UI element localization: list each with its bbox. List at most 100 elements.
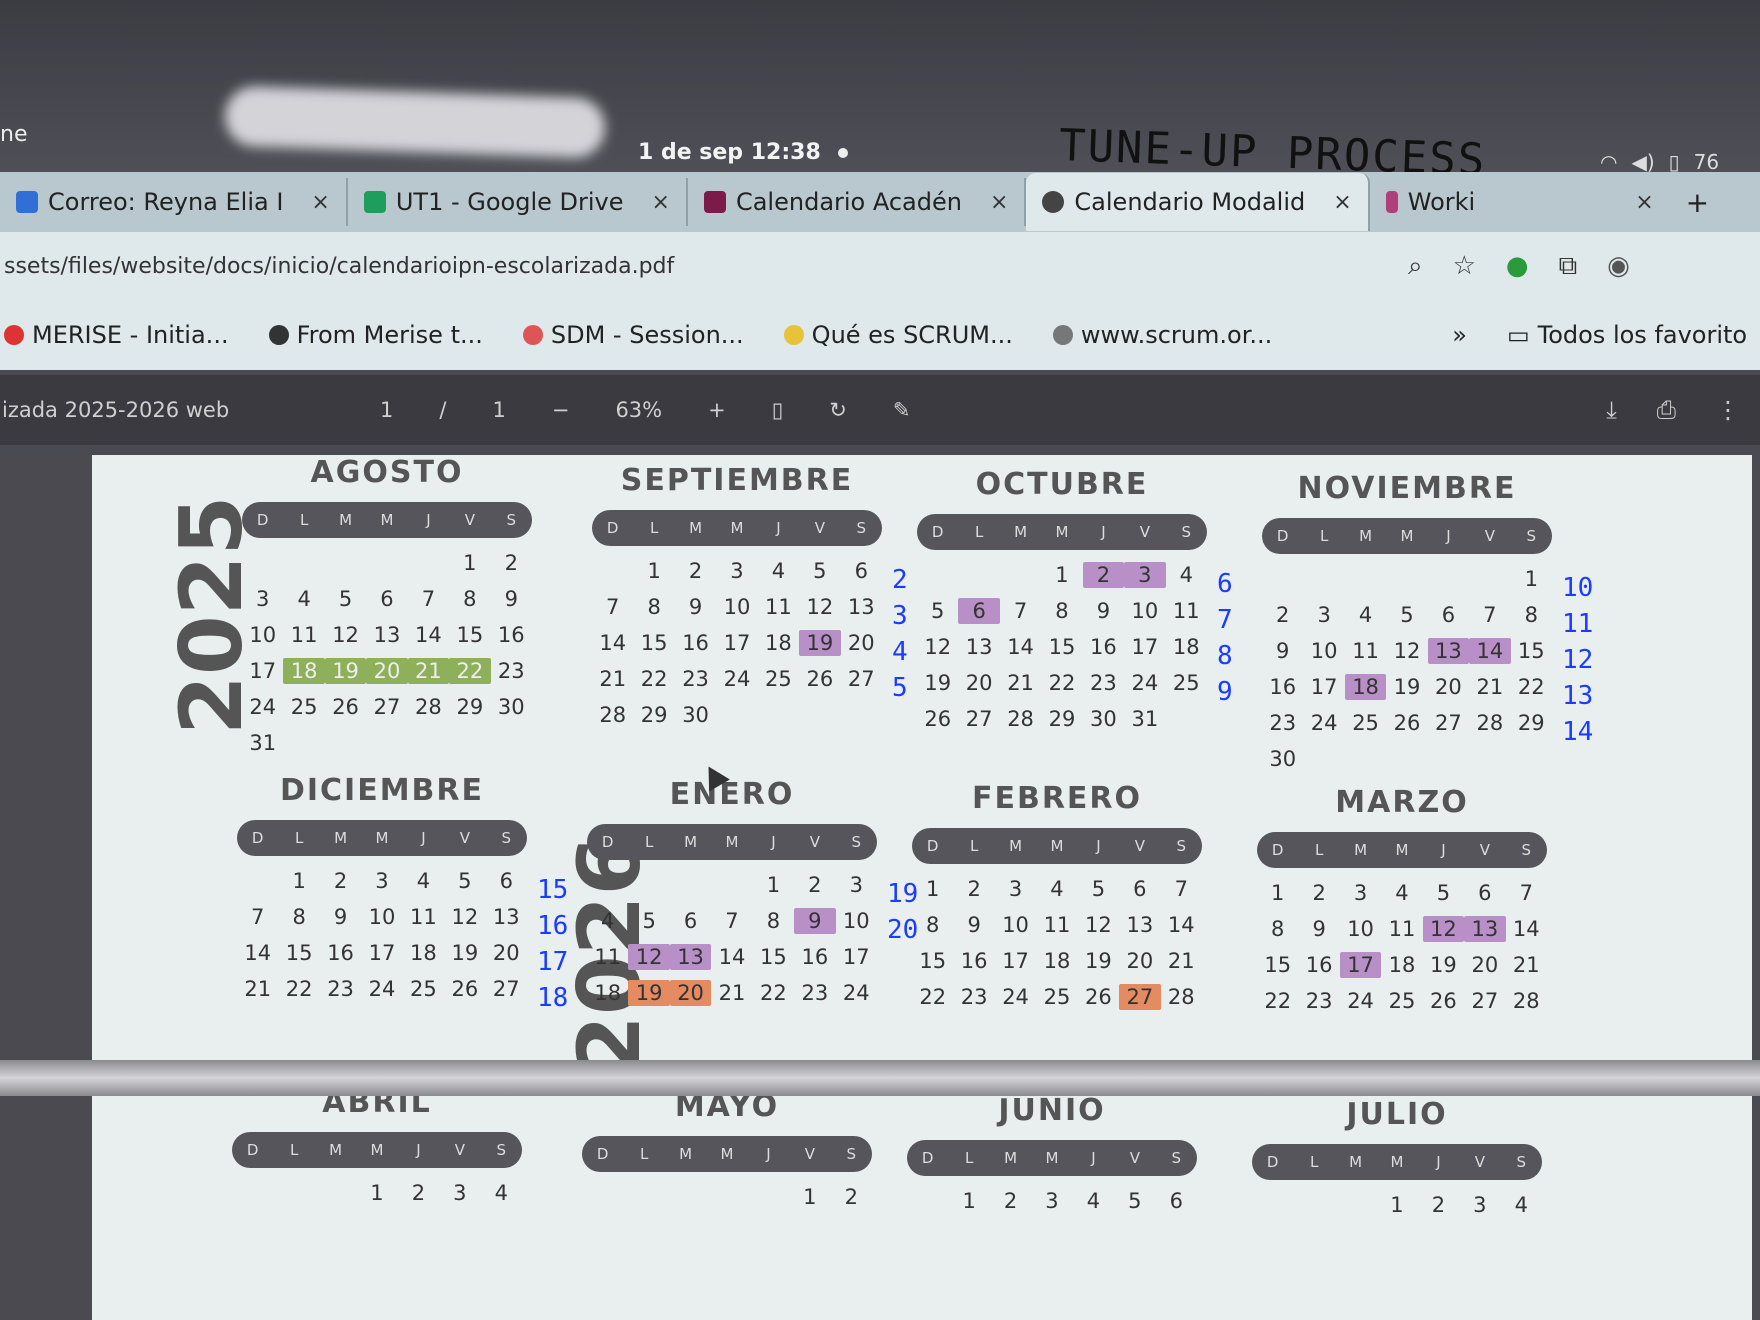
close-icon[interactable]: × bbox=[990, 190, 1008, 215]
day-cell: 15 bbox=[640, 631, 668, 655]
tab-label: Calendario Acadén bbox=[735, 188, 962, 216]
weekday-header: DLMMJVS bbox=[917, 514, 1207, 550]
weekday-label: S bbox=[506, 511, 517, 529]
close-icon[interactable]: × bbox=[1635, 190, 1653, 215]
viewer-margin bbox=[0, 455, 92, 1320]
zoom-icon[interactable]: ⌕ bbox=[1408, 251, 1423, 282]
day-cell: 4 bbox=[771, 559, 786, 583]
weekday-label: J bbox=[1441, 841, 1446, 859]
close-icon[interactable]: × bbox=[652, 190, 670, 215]
more-icon[interactable]: ⋮ bbox=[1716, 396, 1740, 424]
empty-cell bbox=[273, 1180, 314, 1206]
day-cell: 12 bbox=[924, 635, 952, 659]
bookmark-scrum[interactable]: Qué es SCRUM... bbox=[783, 321, 1013, 349]
day-cell: 11 bbox=[410, 905, 437, 929]
day-cell: 5 bbox=[338, 587, 353, 611]
handwritten-week-number: 16 bbox=[537, 911, 569, 941]
day-cell: 15 bbox=[1048, 635, 1076, 659]
tab-calendario-modalidad[interactable]: Calendario Modalid × bbox=[1026, 173, 1370, 231]
rotate-icon[interactable]: ↻ bbox=[829, 398, 847, 422]
evernote-icon[interactable]: ● bbox=[1506, 251, 1529, 282]
month-name: FEBRERO bbox=[971, 781, 1143, 816]
bookmark-label: Qué es SCRUM... bbox=[811, 321, 1013, 349]
day-grid: 1 2 3 4 bbox=[232, 1180, 522, 1206]
day-cell: 13 bbox=[492, 905, 520, 929]
day-cell: 20 bbox=[1471, 953, 1499, 977]
tab-correo[interactable]: Correo: Reyna Elia I × bbox=[0, 178, 348, 226]
day-cell: 1 bbox=[463, 551, 477, 575]
day-cell: 26 bbox=[806, 667, 834, 691]
day-cell: 7 bbox=[251, 905, 265, 929]
day-cell: 13 bbox=[669, 944, 712, 970]
weekday-label: V bbox=[454, 1141, 465, 1159]
bookmark-label: SDM - Session... bbox=[550, 321, 744, 349]
zoom-in-button[interactable]: + bbox=[708, 398, 726, 422]
star-icon[interactable]: ☆ bbox=[1453, 251, 1476, 282]
avatar[interactable]: ◉ bbox=[1607, 251, 1630, 282]
bookmark-merise[interactable]: MERISE - Initia... bbox=[4, 321, 229, 349]
day-cell: 7 bbox=[1174, 877, 1188, 901]
fit-page-icon[interactable]: ▯ bbox=[772, 398, 784, 422]
download-icon[interactable]: ⤓ bbox=[1606, 396, 1617, 424]
tab-drive[interactable]: UT1 - Google Drive × bbox=[348, 178, 688, 226]
extensions-icon[interactable]: ⧉ bbox=[1559, 251, 1578, 282]
bookmark-sdm[interactable]: SDM - Session... bbox=[522, 321, 744, 349]
day-cell: 14 bbox=[1007, 635, 1034, 659]
close-icon[interactable]: × bbox=[1333, 190, 1351, 215]
bookmark-from-merise[interactable]: From Merise t... bbox=[268, 321, 483, 349]
weekday-header: DLMMJVS bbox=[237, 820, 527, 856]
empty-cell bbox=[587, 872, 628, 898]
day-cell: 8 bbox=[766, 909, 781, 933]
day-cell: 21 bbox=[1512, 953, 1540, 977]
day-cell: 25 bbox=[765, 667, 792, 691]
day-cell: 4 bbox=[297, 587, 311, 611]
weekday-label: S bbox=[1171, 1149, 1182, 1167]
print-icon[interactable]: ⎙ bbox=[1657, 396, 1676, 424]
handwritten-week-number: 9 bbox=[1217, 677, 1233, 707]
day-cell: 19 bbox=[1393, 675, 1421, 699]
close-icon[interactable]: × bbox=[311, 190, 329, 215]
handwritten-week-number: 13 bbox=[1562, 681, 1594, 711]
day-cell: 26 bbox=[1085, 985, 1112, 1009]
bookmark-scrum-org[interactable]: www.scrum.or... bbox=[1052, 321, 1272, 349]
day-cell: 11 bbox=[765, 595, 792, 619]
day-cell: 28 bbox=[415, 695, 442, 719]
page-number-input[interactable]: 1 bbox=[380, 398, 393, 422]
day-cell: 15 bbox=[1264, 953, 1292, 977]
day-cell: 3 bbox=[375, 869, 389, 893]
day-grid: 12 bbox=[582, 1184, 872, 1210]
zoom-level[interactable]: 63% bbox=[615, 398, 662, 422]
weekday-label: D bbox=[256, 511, 269, 529]
day-cell: 18 bbox=[1344, 674, 1387, 700]
weekday-label: S bbox=[1516, 1153, 1527, 1171]
day-cell: 9 bbox=[794, 908, 836, 934]
day-cell: 31 bbox=[249, 731, 277, 755]
url-field[interactable]: ssets/files/website/docs/inicio/calendar… bbox=[4, 254, 1384, 279]
weekday-label: M bbox=[1045, 1149, 1059, 1167]
day-grid: 1 2 3 4 5 6 7 8 9 10 11 12 13 14 15 16 17 18 19 20 21 22 23 24 bbox=[587, 872, 877, 1006]
tab-calendario-academico[interactable]: Calendario Acadén × bbox=[688, 178, 1027, 226]
battery-icon: ▯ bbox=[1668, 150, 1680, 174]
weekday-label: J bbox=[766, 1145, 771, 1163]
day-cell: 28 bbox=[1476, 711, 1504, 735]
bookmarks-overflow-button[interactable]: » bbox=[1452, 321, 1467, 349]
day-cell: 17 bbox=[1310, 675, 1338, 699]
month-diciembre: DICIEMBRE D L M M J V S 1 2 3 4 5 6 7 8 9 10 11 12 13 14 15 16 1… bbox=[237, 773, 568, 1013]
day-cell: 14 bbox=[599, 631, 627, 655]
day-cell: 17 bbox=[842, 945, 870, 969]
empty-cell bbox=[628, 872, 669, 898]
day-cell: 25 bbox=[410, 977, 437, 1001]
day-cell: 16 bbox=[1269, 675, 1297, 699]
new-tab-button[interactable]: + bbox=[1670, 178, 1725, 226]
month-name: SEPTIEMBRE bbox=[620, 463, 854, 498]
all-bookmarks-button[interactable]: ▭ Todos los favorito bbox=[1507, 321, 1747, 349]
tab-label: Correo: Reyna Elia I bbox=[48, 188, 284, 216]
tab-worki[interactable]: Worki × bbox=[1370, 178, 1670, 226]
day-cell: 23 bbox=[1305, 989, 1333, 1013]
weekday-label: M bbox=[1009, 837, 1023, 855]
annotate-icon[interactable]: ✎ bbox=[893, 398, 911, 422]
weekday-label: M bbox=[339, 511, 353, 529]
weekday-label: J bbox=[776, 519, 781, 537]
day-cell: 20 bbox=[1435, 675, 1462, 699]
zoom-out-button[interactable]: − bbox=[552, 398, 570, 422]
